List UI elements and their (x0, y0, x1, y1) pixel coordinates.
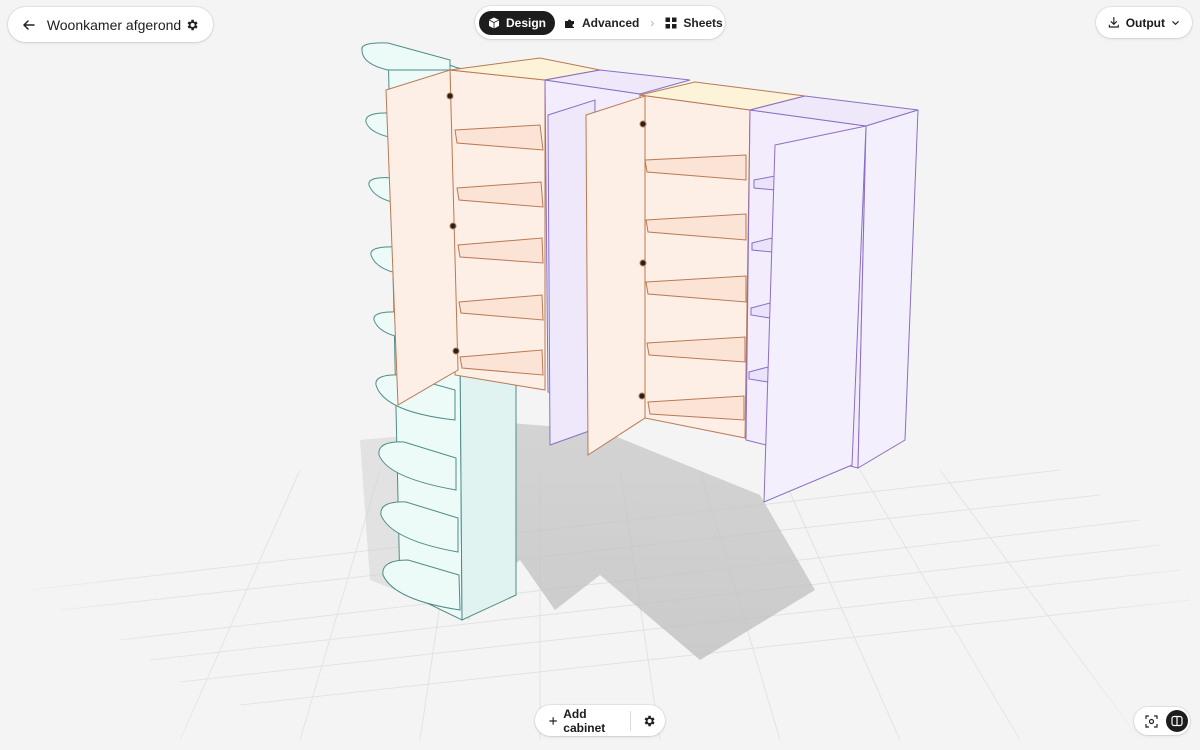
focus-icon (1144, 714, 1158, 728)
cabinet-door-left (385, 69, 459, 406)
tab-advanced[interactable]: Advanced (555, 11, 648, 35)
3d-viewport[interactable] (0, 0, 1200, 750)
arrow-left-icon (23, 19, 35, 30)
project-header: Woonkamer afgerond (8, 7, 213, 42)
add-cabinet-button[interactable]: Add cabinet (549, 707, 620, 735)
tab-design[interactable]: Design (479, 10, 556, 35)
add-cabinet-label: Add cabinet (563, 706, 606, 735)
cabinet-door-purple-right (763, 125, 867, 503)
chevron-down-icon (1172, 20, 1179, 25)
gear-icon (187, 19, 198, 30)
project-title: Woonkamer afgerond (46, 16, 182, 33)
toolbar-divider (630, 710, 631, 731)
grid-icon (665, 17, 677, 28)
tab-sheets-label: Sheets (683, 15, 723, 30)
tab-sheets[interactable]: Sheets (656, 11, 731, 35)
plus-icon (549, 716, 558, 725)
cube-icon (488, 17, 500, 28)
cabinet-settings-button[interactable] (639, 709, 659, 733)
focus-view-button[interactable] (1140, 710, 1162, 732)
bottom-toolbar: Add cabinet (535, 705, 665, 736)
tab-design-label: Design (506, 15, 547, 30)
project-settings-button[interactable] (181, 13, 203, 37)
split-view-button[interactable] (1166, 710, 1188, 732)
output-label: Output (1125, 15, 1166, 30)
chevron-right-icon: › (650, 15, 655, 30)
puzzle-icon (565, 19, 575, 28)
cabinet-purple-right[interactable] (745, 95, 919, 503)
view-controls (1134, 707, 1190, 735)
tab-advanced-label: Advanced (582, 15, 640, 30)
mode-switcher: Design Advanced › Sheets (475, 6, 725, 39)
back-button[interactable] (18, 13, 40, 37)
cabinet-door-middle (585, 95, 646, 456)
output-button[interactable]: Output (1096, 7, 1192, 38)
download-icon (1108, 16, 1119, 28)
gear-icon (644, 715, 655, 726)
split-view-icon (1171, 715, 1183, 727)
